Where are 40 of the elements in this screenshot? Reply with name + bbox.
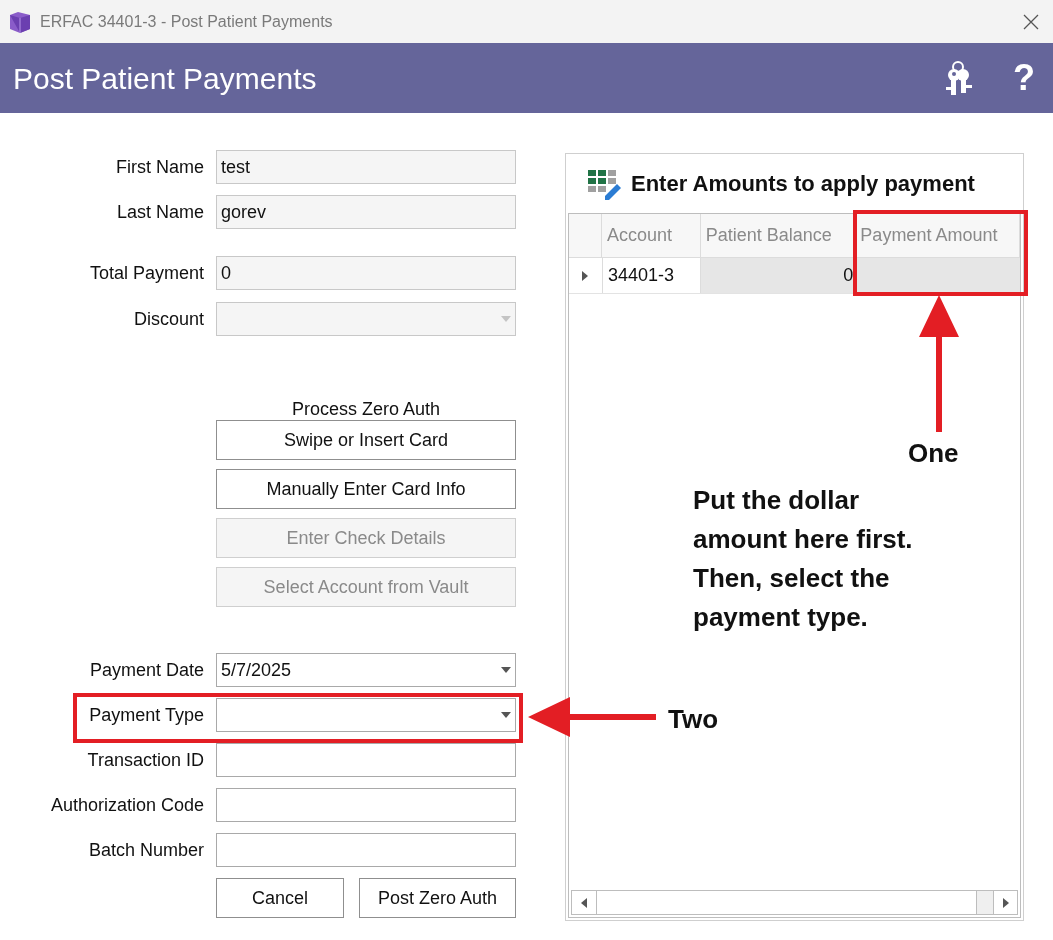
field-label: Batch Number xyxy=(87,838,205,862)
app-logo-icon xyxy=(8,10,32,33)
table-cell: 34401-3 xyxy=(601,258,701,293)
annotation-note: Put the dollar amount here first. Then, select the payment type. xyxy=(693,484,914,634)
dropdown-caret-icon xyxy=(501,316,511,322)
field-label: Payment Type xyxy=(88,703,205,727)
help-button[interactable]: ? xyxy=(1013,51,1035,105)
table-cell: 0 xyxy=(700,258,856,293)
input-field[interactable] xyxy=(216,788,516,822)
dropdown-caret-icon xyxy=(501,712,511,718)
window-title: ERFAC 34401-3 - Post Patient Payments xyxy=(40,11,333,32)
grid-title: Enter Amounts to apply payment xyxy=(631,170,975,198)
field-label: Total Payment xyxy=(88,261,205,285)
action-button[interactable]: Post Zero Auth xyxy=(359,878,516,918)
grid-edit-icon xyxy=(587,167,623,200)
dropdown-caret-icon xyxy=(501,667,511,673)
dropdown-field[interactable]: 5/7/2025 xyxy=(216,653,516,687)
field-label: Payment Date xyxy=(88,658,205,682)
action-button[interactable]: Swipe or Insert Card xyxy=(216,420,516,460)
field-label: Discount xyxy=(132,307,205,331)
field-label: Last Name xyxy=(115,200,205,224)
payment-amount-cell[interactable] xyxy=(855,258,1020,293)
field-label: Authorization Code xyxy=(49,793,205,817)
input-field[interactable] xyxy=(216,743,516,777)
scroll-right-icon[interactable] xyxy=(1002,897,1009,908)
field-label: First Name xyxy=(115,155,205,179)
annotation-label: Two xyxy=(668,703,719,736)
section-title: Process Zero Auth xyxy=(291,398,441,420)
horizontal-scrollbar[interactable] xyxy=(571,890,1018,915)
field-label: Transaction ID xyxy=(86,748,205,772)
scroll-left-icon[interactable] xyxy=(581,897,587,908)
annotation-label: One xyxy=(908,437,959,470)
input-field[interactable] xyxy=(216,833,516,867)
dropdown-field[interactable] xyxy=(216,698,516,732)
action-button[interactable]: Manually Enter Card Info xyxy=(216,469,516,509)
close-icon[interactable] xyxy=(1023,13,1039,30)
action-button[interactable]: Cancel xyxy=(216,878,344,918)
page-title: Post Patient Payments xyxy=(13,60,317,97)
keys-icon[interactable] xyxy=(943,60,975,96)
scrollbar-track[interactable] xyxy=(977,891,993,914)
